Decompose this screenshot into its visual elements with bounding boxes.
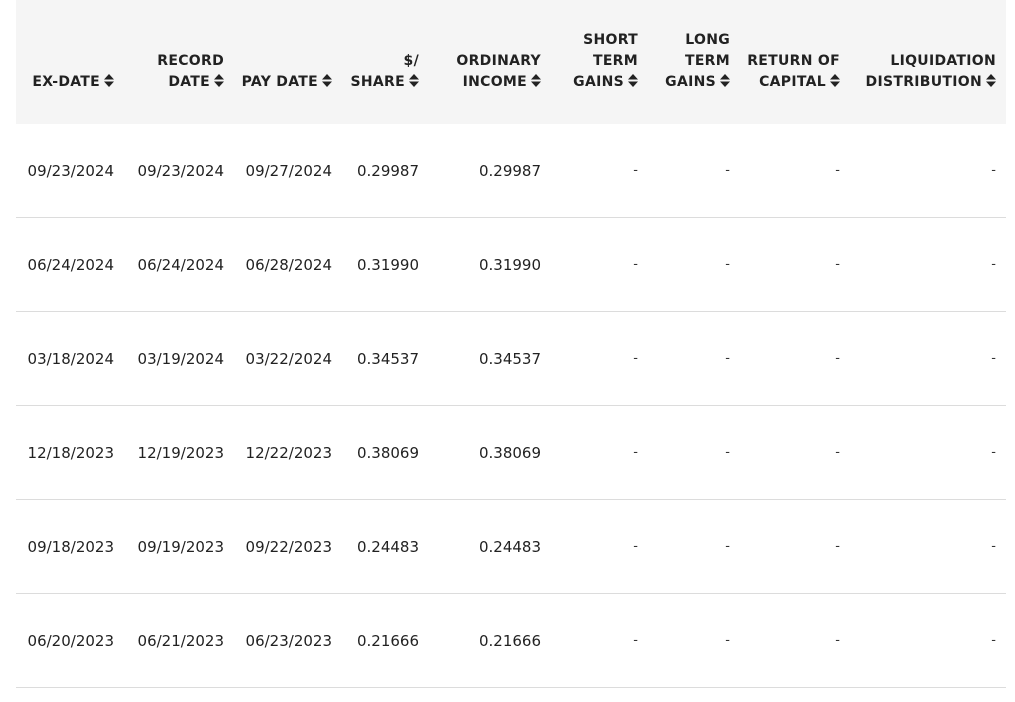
column-header-label: GAINS <box>665 72 730 93</box>
cell-return-of-capital: - <box>835 351 840 366</box>
cell-record-date: 12/19/2023 <box>137 444 224 462</box>
cell-long-term-gains: - <box>725 539 730 554</box>
cell-per-share: 0.34537 <box>356 350 419 368</box>
cell-return-of-capital: - <box>835 257 840 272</box>
cell-ex-date: 09/23/2024 <box>27 162 114 180</box>
sort-updown-icon[interactable] <box>104 74 114 87</box>
cell-per-share: 0.31990 <box>356 256 419 274</box>
cell-liquidation-distribution: - <box>991 163 996 178</box>
column-header-liquidation-distribution[interactable]: LIQUIDATION DISTRIBUTION <box>866 51 996 93</box>
cell-long-term-gains: - <box>725 633 730 648</box>
sort-updown-icon[interactable] <box>628 74 638 87</box>
cell-short-term-gains: - <box>633 633 638 648</box>
table-row: 03/18/2024 03/19/2024 03/22/2024 0.34537… <box>16 312 1006 406</box>
cell-ordinary-income: 0.24483 <box>478 538 541 556</box>
cell-return-of-capital: - <box>835 633 840 648</box>
cell-liquidation-distribution: - <box>991 633 996 648</box>
column-header-label: SHORT <box>583 32 638 48</box>
table-row: 09/18/2023 09/19/2023 09/22/2023 0.24483… <box>16 500 1006 594</box>
cell-pay-date: 06/28/2024 <box>245 256 332 274</box>
cell-liquidation-distribution: - <box>991 539 996 554</box>
column-header-label: PAY DATE <box>242 72 332 93</box>
cell-liquidation-distribution: - <box>991 351 996 366</box>
cell-short-term-gains: - <box>633 445 638 460</box>
table-row: 12/18/2023 12/19/2023 12/22/2023 0.38069… <box>16 406 1006 500</box>
column-header-return-of-capital[interactable]: RETURN OF CAPITAL <box>747 51 840 93</box>
cell-long-term-gains: - <box>725 351 730 366</box>
cell-per-share: 0.29987 <box>356 162 419 180</box>
table-row: 09/23/2024 09/23/2024 09/27/2024 0.29987… <box>16 124 1006 218</box>
column-header-label: TERM <box>684 53 730 69</box>
cell-pay-date: 03/22/2024 <box>245 350 332 368</box>
cell-ordinary-income: 0.38069 <box>478 444 541 462</box>
cell-ordinary-income: 0.34537 <box>478 350 541 368</box>
cell-record-date: 09/19/2023 <box>137 538 224 556</box>
cell-long-term-gains: - <box>725 257 730 272</box>
sort-updown-icon[interactable] <box>986 74 996 87</box>
cell-record-date: 09/23/2024 <box>137 162 224 180</box>
column-header-label: TERM <box>592 53 638 69</box>
cell-ordinary-income: 0.29987 <box>478 162 541 180</box>
cell-return-of-capital: - <box>835 445 840 460</box>
sort-updown-icon[interactable] <box>720 74 730 87</box>
column-header-ordinary-income[interactable]: ORDINARY INCOME <box>456 51 541 93</box>
column-header-label: DISTRIBUTION <box>866 72 996 93</box>
column-header-per-share[interactable]: $/ SHARE <box>351 51 419 93</box>
column-header-label: LIQUIDATION <box>890 53 996 69</box>
cell-long-term-gains: - <box>725 445 730 460</box>
cell-per-share: 0.38069 <box>356 444 419 462</box>
column-header-pay-date[interactable]: PAY DATE <box>242 72 332 93</box>
distributions-table: EX-DATE RECORD DATE PAY DATE $/ SHARE OR… <box>16 0 1006 688</box>
cell-ex-date: 06/20/2023 <box>27 632 114 650</box>
cell-ordinary-income: 0.21666 <box>478 632 541 650</box>
column-header-label: $/ <box>403 53 419 69</box>
column-header-label: LONG <box>685 32 730 48</box>
column-header-label: ORDINARY <box>456 53 541 69</box>
column-header-ex-date[interactable]: EX-DATE <box>32 72 114 93</box>
cell-per-share: 0.21666 <box>356 632 419 650</box>
sort-updown-icon[interactable] <box>409 74 419 87</box>
cell-per-share: 0.24483 <box>356 538 419 556</box>
column-header-label: DATE <box>157 72 224 93</box>
table-row: 06/20/2023 06/21/2023 06/23/2023 0.21666… <box>16 594 1006 688</box>
column-header-record-date[interactable]: RECORD DATE <box>157 51 224 93</box>
cell-short-term-gains: - <box>633 351 638 366</box>
cell-pay-date: 06/23/2023 <box>245 632 332 650</box>
cell-ex-date: 09/18/2023 <box>27 538 114 556</box>
sort-updown-icon[interactable] <box>830 74 840 87</box>
cell-return-of-capital: - <box>835 539 840 554</box>
column-header-label: INCOME <box>456 72 541 93</box>
cell-pay-date: 09/22/2023 <box>245 538 332 556</box>
column-header-label: SHARE <box>351 72 419 93</box>
cell-ordinary-income: 0.31990 <box>478 256 541 274</box>
table-row: 06/24/2024 06/24/2024 06/28/2024 0.31990… <box>16 218 1006 312</box>
column-header-label: RECORD <box>157 53 224 69</box>
column-header-label: GAINS <box>573 72 638 93</box>
table-body: 09/23/2024 09/23/2024 09/27/2024 0.29987… <box>16 124 1006 688</box>
cell-long-term-gains: - <box>725 163 730 178</box>
cell-liquidation-distribution: - <box>991 257 996 272</box>
table-header: EX-DATE RECORD DATE PAY DATE $/ SHARE OR… <box>16 0 1006 124</box>
cell-pay-date: 09/27/2024 <box>245 162 332 180</box>
cell-liquidation-distribution: - <box>991 445 996 460</box>
column-header-label: EX-DATE <box>32 72 114 93</box>
cell-record-date: 06/21/2023 <box>137 632 224 650</box>
column-header-short-term-gains[interactable]: SHORT TERM GAINS <box>573 30 638 93</box>
sort-updown-icon[interactable] <box>531 74 541 87</box>
cell-record-date: 03/19/2024 <box>137 350 224 368</box>
sort-updown-icon[interactable] <box>322 74 332 87</box>
cell-return-of-capital: - <box>835 163 840 178</box>
cell-short-term-gains: - <box>633 163 638 178</box>
cell-ex-date: 03/18/2024 <box>27 350 114 368</box>
sort-updown-icon[interactable] <box>214 74 224 87</box>
cell-record-date: 06/24/2024 <box>137 256 224 274</box>
column-header-label: CAPITAL <box>747 72 840 93</box>
cell-short-term-gains: - <box>633 539 638 554</box>
column-header-long-term-gains[interactable]: LONG TERM GAINS <box>665 30 730 93</box>
cell-short-term-gains: - <box>633 257 638 272</box>
cell-ex-date: 12/18/2023 <box>27 444 114 462</box>
column-header-label: RETURN OF <box>747 53 840 69</box>
cell-pay-date: 12/22/2023 <box>245 444 332 462</box>
cell-ex-date: 06/24/2024 <box>27 256 114 274</box>
